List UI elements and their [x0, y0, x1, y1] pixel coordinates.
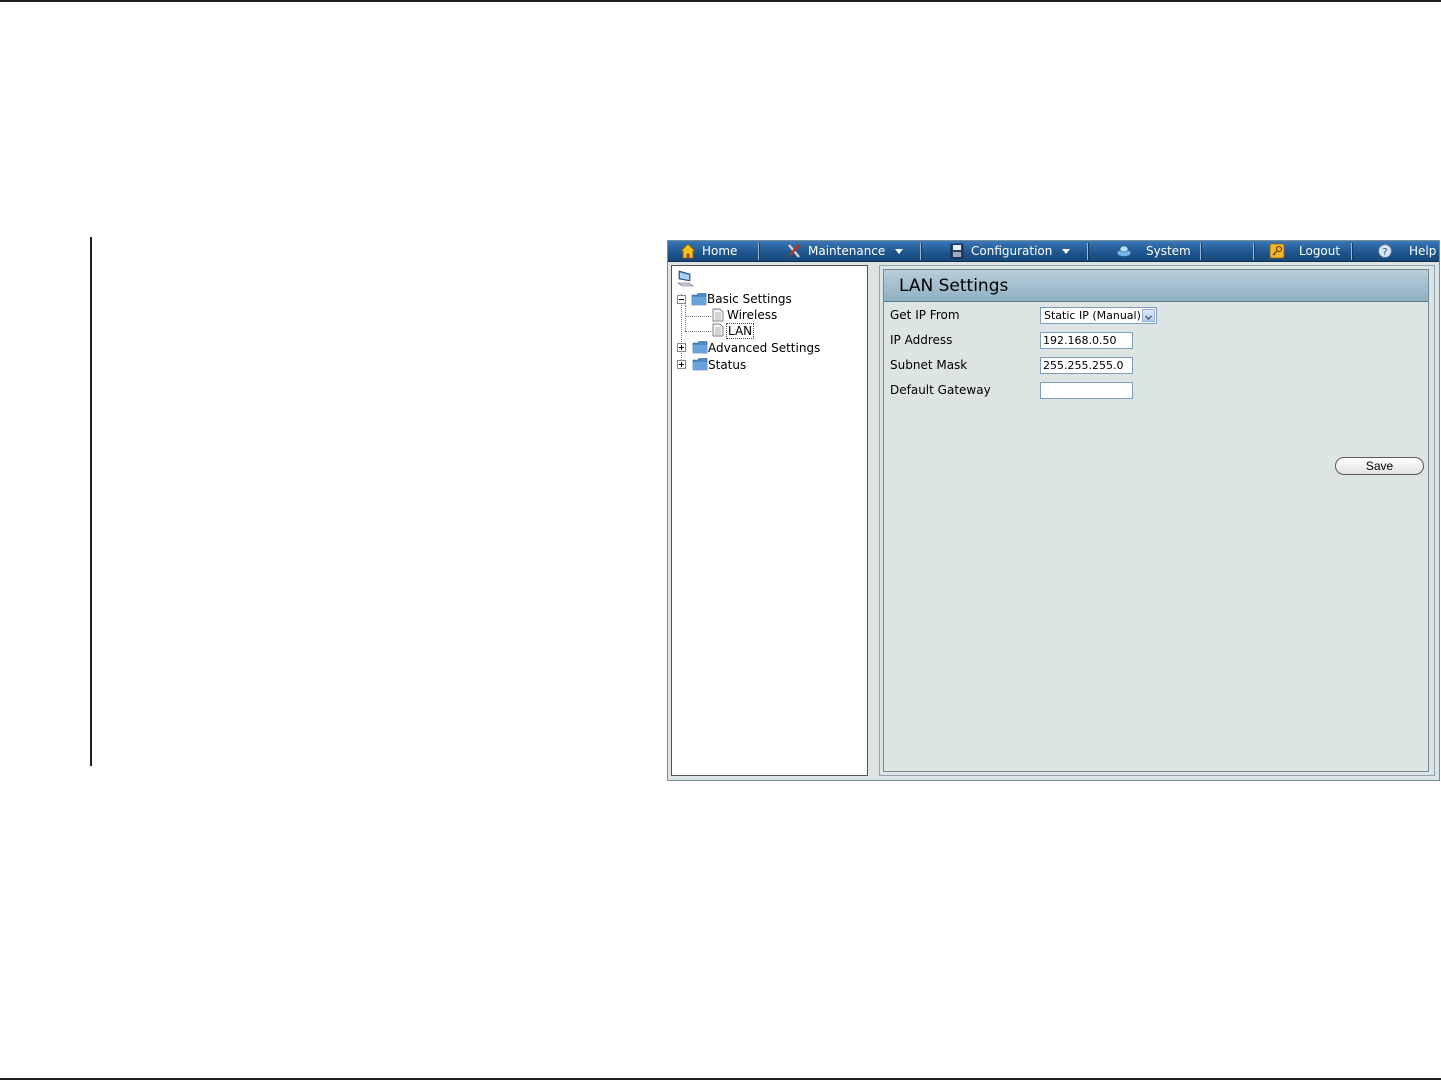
- tree-item-label: Status: [708, 358, 747, 372]
- menu-logout[interactable]: Logout: [1269, 241, 1340, 261]
- panel-header: LAN Settings: [884, 270, 1428, 302]
- menu-separator: [1200, 243, 1202, 260]
- tree-item-basic-settings[interactable]: Basic Settings: [707, 291, 792, 307]
- chevron-down-icon[interactable]: [1142, 309, 1155, 322]
- menu-configuration-label: Configuration: [971, 244, 1053, 258]
- subnet-mask-label: Subnet Mask: [890, 358, 968, 372]
- chevron-down-icon: [895, 249, 904, 254]
- get-ip-from-value: Static IP (Manual): [1044, 309, 1141, 322]
- menu-system[interactable]: System: [1116, 241, 1191, 261]
- ip-address-label: IP Address: [890, 333, 953, 347]
- tree-item-wireless[interactable]: Wireless: [727, 307, 777, 323]
- tree-item-label: LAN: [728, 324, 753, 338]
- page-title: LAN Settings: [899, 276, 1009, 296]
- collapse-icon[interactable]: [677, 295, 686, 304]
- svg-text:?: ?: [1382, 247, 1387, 258]
- margin-rule: [90, 237, 92, 766]
- document-icon: [712, 308, 724, 322]
- folder-icon: [691, 293, 707, 306]
- default-gateway-input[interactable]: [1040, 382, 1133, 399]
- tree-item-advanced-settings[interactable]: Advanced Settings: [708, 340, 820, 356]
- folder-icon: [692, 358, 708, 371]
- menu-home-label: Home: [702, 244, 738, 258]
- tools-icon: [788, 244, 800, 258]
- menu-help[interactable]: ? Help: [1377, 241, 1436, 261]
- app-window: Home Maintenance Configuration System Lo…: [667, 240, 1440, 781]
- menu-maintenance[interactable]: Maintenance: [786, 241, 904, 261]
- menu-bar: Home Maintenance Configuration System Lo…: [668, 241, 1439, 262]
- tree-item-label: Basic Settings: [707, 292, 792, 306]
- tree-connector: [685, 331, 711, 332]
- get-ip-from-select[interactable]: Static IP (Manual): [1040, 307, 1157, 324]
- tree-item-label: Wireless: [727, 308, 778, 322]
- tree-connector: [685, 305, 686, 331]
- content-panel: LAN Settings Get IP From Static IP (Manu…: [879, 265, 1435, 776]
- key-icon: [1269, 243, 1285, 259]
- lan-settings-panel: LAN Settings Get IP From Static IP (Manu…: [883, 269, 1429, 772]
- tree-item-status[interactable]: Status: [708, 357, 746, 373]
- floppy-disk-icon: [950, 243, 964, 259]
- system-icon: [1116, 245, 1132, 257]
- home-icon: [680, 243, 696, 259]
- get-ip-from-label: Get IP From: [890, 308, 960, 322]
- help-icon: ?: [1378, 244, 1392, 258]
- menu-separator: [920, 243, 922, 260]
- tree-connector: [685, 316, 711, 317]
- navigation-tree: Basic Settings Wireless LAN Advanced Set…: [671, 265, 868, 776]
- menu-configuration[interactable]: Configuration: [949, 241, 1071, 261]
- computer-icon[interactable]: [677, 269, 695, 289]
- menu-separator: [1087, 243, 1089, 260]
- menu-home[interactable]: Home: [680, 241, 737, 261]
- menu-maintenance-label: Maintenance: [808, 244, 886, 258]
- menu-logout-label: Logout: [1299, 244, 1341, 258]
- menu-system-label: System: [1146, 244, 1191, 258]
- menu-separator: [758, 243, 760, 260]
- default-gateway-label: Default Gateway: [890, 383, 991, 397]
- tree-item-lan[interactable]: LAN: [726, 323, 755, 339]
- chevron-down-icon: [1062, 249, 1071, 254]
- menu-separator: [1351, 243, 1353, 260]
- tree-item-label: Advanced Settings: [708, 341, 821, 355]
- tree-connector: [681, 294, 682, 366]
- subnet-mask-input[interactable]: 255.255.255.0: [1040, 357, 1133, 374]
- bottom-rule: [0, 1078, 1441, 1080]
- menu-help-label: Help: [1409, 244, 1437, 258]
- save-button[interactable]: Save: [1335, 457, 1424, 475]
- folder-icon: [692, 341, 708, 354]
- top-rule: [0, 0, 1441, 2]
- ip-address-input[interactable]: 192.168.0.50: [1040, 332, 1133, 349]
- expand-icon[interactable]: [677, 343, 686, 352]
- document-icon: [712, 323, 724, 337]
- expand-icon[interactable]: [677, 360, 686, 369]
- menu-separator: [1253, 243, 1255, 260]
